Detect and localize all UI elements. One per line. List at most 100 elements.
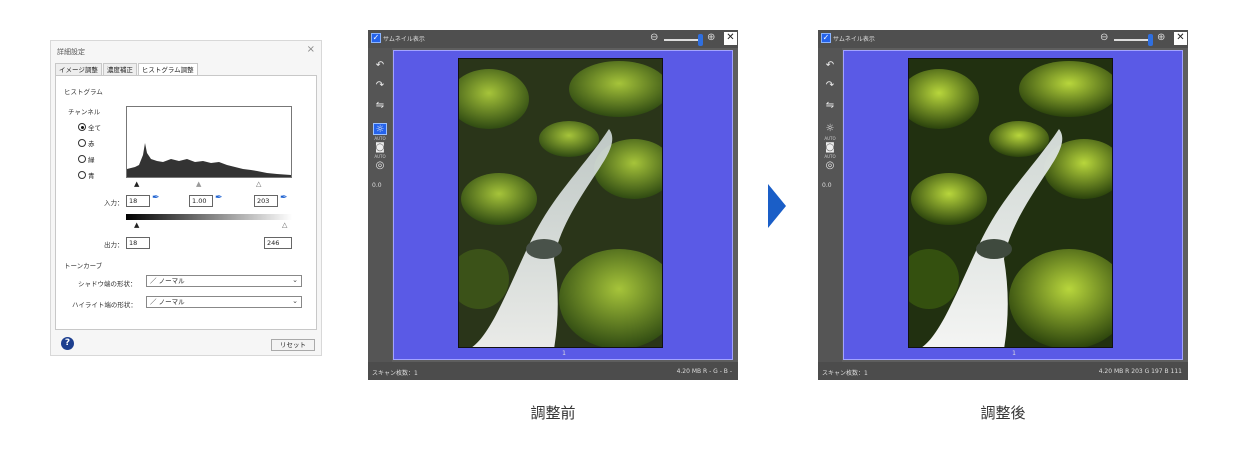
- thumbnail-checkbox[interactable]: ✓: [821, 33, 831, 43]
- preview-area: 1: [393, 50, 733, 360]
- eyedropper-icon[interactable]: ✒: [280, 193, 288, 203]
- eyedropper-icon[interactable]: ✒: [152, 193, 160, 203]
- file-stats: 4.20 MB R 203 G 197 B 111: [1098, 368, 1182, 375]
- shadow-shape-value: ／ ノーマル: [150, 277, 185, 285]
- tool-column: [818, 48, 842, 362]
- zoom-out-icon[interactable]: ⊖: [650, 32, 658, 43]
- reset-button[interactable]: リセット: [271, 339, 315, 351]
- radio-dot: [78, 155, 86, 163]
- chevron-down-icon: ⌄: [292, 276, 298, 284]
- rotate-right-icon[interactable]: ↷: [373, 80, 387, 92]
- highlight-shape-label: ハイライト端の形状：: [72, 301, 137, 309]
- photo-image: [459, 59, 662, 347]
- tool-column: [368, 48, 392, 362]
- page-number: 1: [1012, 350, 1016, 357]
- auto-exposure-icon[interactable]: ☼: [823, 123, 837, 135]
- output-gradient: [126, 214, 292, 220]
- auto-label: AUTO: [824, 154, 836, 159]
- input-white-field[interactable]: 203: [254, 195, 278, 207]
- output-white-marker[interactable]: △: [282, 221, 287, 229]
- tab-histogram[interactable]: ヒストグラム調整: [137, 63, 198, 75]
- preview-area: 1: [843, 50, 1183, 360]
- rotate-left-icon[interactable]: ↶: [373, 60, 387, 72]
- channel-green-radio[interactable]: 緑: [78, 154, 95, 164]
- thumbnail-checkbox[interactable]: ✓: [371, 33, 381, 43]
- scan-count: スキャン枚数：1: [822, 370, 868, 377]
- rotate-left-icon[interactable]: ↶: [823, 60, 837, 72]
- restore-icon[interactable]: ◎: [373, 160, 387, 172]
- tab-bar: イメージ調整 濃度補正 ヒストグラム調整: [55, 63, 199, 75]
- input-black-field[interactable]: 18: [126, 195, 150, 207]
- close-icon[interactable]: ✕: [724, 32, 737, 45]
- caption-before: 調整前: [530, 404, 576, 422]
- caption-after: 調整後: [980, 404, 1026, 422]
- arrow-right-icon: [768, 184, 786, 228]
- scan-count: スキャン枚数：1: [372, 370, 418, 377]
- auto-exposure-icon[interactable]: ☼: [373, 123, 387, 135]
- white-point-marker[interactable]: △: [256, 180, 261, 188]
- scanned-photo[interactable]: [908, 58, 1113, 348]
- detail-settings-dialog: 詳細設定 × イメージ調整 濃度補正 ヒストグラム調整 ヒストグラム チャンネル…: [50, 40, 322, 356]
- close-icon[interactable]: ×: [307, 44, 315, 55]
- highlight-shape-value: ／ ノーマル: [150, 298, 185, 306]
- close-icon[interactable]: ✕: [1174, 32, 1187, 45]
- auto-color-icon[interactable]: ◙: [373, 142, 387, 154]
- zoom-slider[interactable]: [1114, 39, 1152, 41]
- channel-blue-label: 青: [88, 172, 95, 180]
- channel-label: チャンネル: [68, 108, 101, 116]
- tab-image-adjust[interactable]: イメージ調整: [55, 63, 102, 75]
- status-bar: スキャン枚数：1 4.20 MB R 203 G 197 B 111: [818, 362, 1188, 380]
- tab-density[interactable]: 濃度補正: [102, 63, 137, 75]
- zoom-slider-knob[interactable]: [1148, 34, 1153, 46]
- status-bar: スキャン枚数：1 4.20 MB R - G - B -: [368, 362, 738, 380]
- histogram-panel: ヒストグラム チャンネル 全て 赤 緑 青 ▲ ▲ △ 入力： 18 ✒ 1.0…: [55, 75, 317, 330]
- histogram-section-label: ヒストグラム: [64, 88, 103, 96]
- thumbnail-label: サムネイル表示: [833, 36, 875, 43]
- histogram-plot: [127, 143, 291, 177]
- highlight-shape-select[interactable]: ／ ノーマル ⌄: [146, 296, 302, 308]
- mirror-icon[interactable]: ⇋: [373, 100, 387, 112]
- black-point-marker[interactable]: ▲: [134, 180, 139, 188]
- tone-curve-label: トーンカーブ: [64, 262, 103, 270]
- channel-all-label: 全て: [88, 124, 101, 132]
- zoom-in-icon[interactable]: ⊕: [1157, 32, 1165, 43]
- channel-red-label: 赤: [88, 140, 95, 148]
- auto-color-icon[interactable]: ◙: [823, 142, 837, 154]
- restore-icon[interactable]: ◎: [823, 160, 837, 172]
- thumbnail-label: サムネイル表示: [383, 36, 425, 43]
- auto-label: AUTO: [374, 154, 386, 159]
- zoom-out-icon[interactable]: ⊖: [1100, 32, 1108, 43]
- radio-dot: [78, 139, 86, 147]
- output-label: 出力：: [104, 241, 124, 249]
- channel-red-radio[interactable]: 赤: [78, 138, 95, 148]
- radio-dot: [78, 171, 86, 179]
- channel-blue-radio[interactable]: 青: [78, 170, 95, 180]
- histogram-graph: [126, 106, 292, 178]
- mirror-icon[interactable]: ⇋: [823, 100, 837, 112]
- adjust-value: 0.0: [372, 182, 382, 189]
- scanned-photo[interactable]: [458, 58, 663, 348]
- input-label: 入力：: [104, 199, 124, 207]
- output-white-field[interactable]: 246: [264, 237, 292, 249]
- channel-green-label: 緑: [88, 156, 95, 164]
- shadow-shape-select[interactable]: ／ ノーマル ⌄: [146, 275, 302, 287]
- output-black-field[interactable]: 18: [126, 237, 150, 249]
- file-stats: 4.20 MB R - G - B -: [676, 368, 732, 375]
- input-gamma-field[interactable]: 1.00: [189, 195, 213, 207]
- auto-label: AUTO: [374, 136, 386, 141]
- radio-dot: [78, 123, 86, 131]
- shadow-shape-label: シャドウ端の形状：: [78, 280, 137, 288]
- zoom-slider[interactable]: [664, 39, 702, 41]
- scanner-window-after: ✓ サムネイル表示 ⊖ ⊕ ✕ ↶ ↷ ⇋ ☼ AUTO ◙ AUTO ◎ 0.…: [818, 30, 1188, 380]
- eyedropper-icon[interactable]: ✒: [215, 193, 223, 203]
- zoom-in-icon[interactable]: ⊕: [707, 32, 715, 43]
- help-icon[interactable]: ?: [61, 337, 74, 350]
- output-black-marker[interactable]: ▲: [134, 221, 139, 229]
- gamma-marker[interactable]: ▲: [196, 180, 201, 188]
- rotate-right-icon[interactable]: ↷: [823, 80, 837, 92]
- scanner-window-before: ✓ サムネイル表示 ⊖ ⊕ ✕ ↶ ↷ ⇋ ☼ AUTO ◙ AUTO ◎ 0.…: [368, 30, 738, 380]
- zoom-slider-knob[interactable]: [698, 34, 703, 46]
- channel-all-radio[interactable]: 全て: [78, 122, 101, 132]
- adjust-value: 0.0: [822, 182, 832, 189]
- chevron-down-icon: ⌄: [292, 297, 298, 305]
